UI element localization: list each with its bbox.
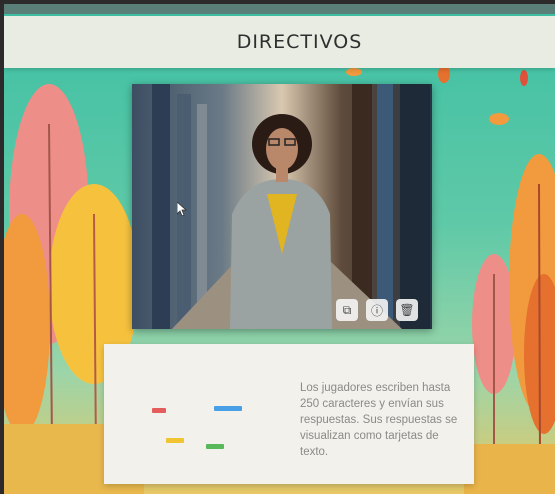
mouse-cursor-icon bbox=[177, 202, 187, 216]
mini-card-red bbox=[152, 408, 166, 413]
header-bar: DIRECTIVOS bbox=[4, 16, 555, 68]
crop-icon: ⧉ bbox=[342, 302, 352, 317]
description-card: Los jugadores escriben hasta 250 caracte… bbox=[104, 344, 474, 484]
mini-card-green bbox=[206, 444, 224, 449]
info-button[interactable]: ⓘ bbox=[366, 299, 388, 321]
photo-actions: ⧉ ⓘ 🗑 bbox=[336, 299, 418, 321]
crop-button[interactable]: ⧉ bbox=[336, 299, 358, 321]
screen: DIRECTIVOS ⧉ ⓘ 🗑 Los jugadores escriben … bbox=[4, 4, 555, 494]
mini-card-yellow bbox=[166, 438, 184, 443]
mini-card-blue bbox=[214, 406, 242, 411]
delete-button[interactable]: 🗑 bbox=[396, 299, 418, 321]
description-text: Los jugadores escriben hasta 250 caracte… bbox=[300, 382, 458, 458]
trash-icon: 🗑 bbox=[399, 303, 415, 317]
page-title: DIRECTIVOS bbox=[236, 31, 363, 53]
info-icon: ⓘ bbox=[370, 303, 383, 318]
top-bar bbox=[4, 4, 555, 14]
